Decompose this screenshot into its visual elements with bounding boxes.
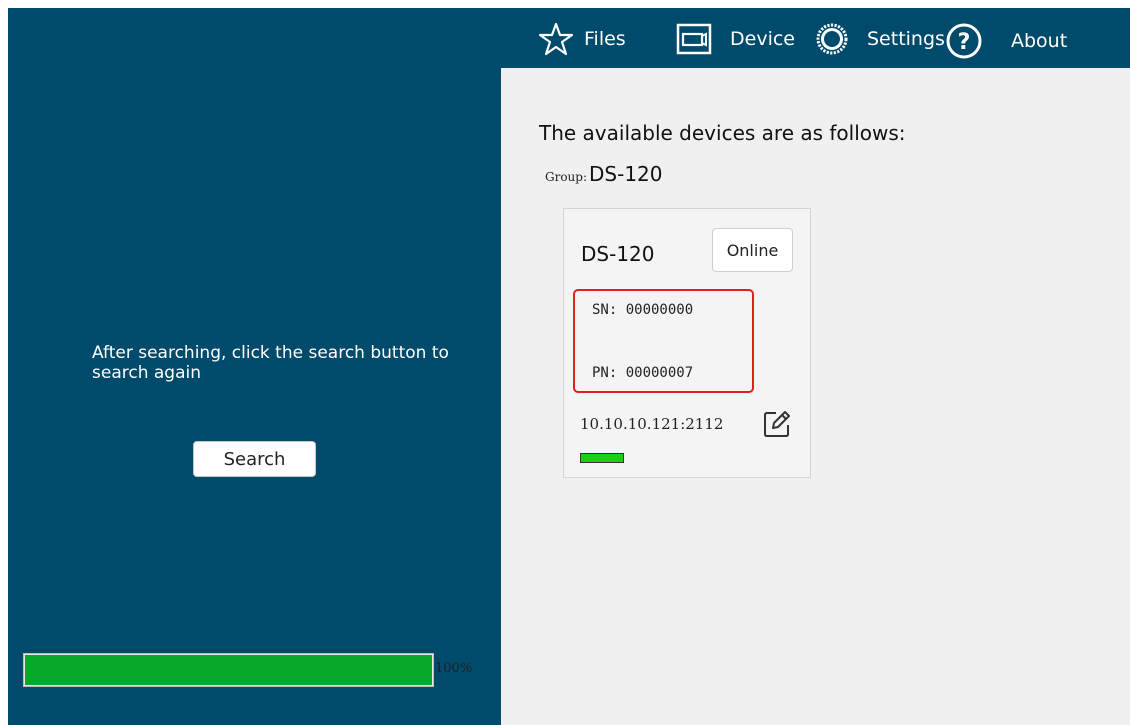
page-title: The available devices are as follows: xyxy=(539,121,906,145)
gear-icon xyxy=(815,22,849,56)
serial-number: SN: 00000000 xyxy=(592,302,694,318)
nav-files-label: Files xyxy=(584,28,626,50)
nav-about-label: About xyxy=(1011,30,1068,52)
status-button[interactable]: Online xyxy=(712,228,793,272)
nav-device-label: Device xyxy=(730,28,795,50)
device-list-panel: The available devices are as follows: Gr… xyxy=(501,68,1130,725)
device-name: DS-120 xyxy=(581,242,655,266)
help-icon: ? xyxy=(945,22,983,60)
nav-settings[interactable]: Settings xyxy=(815,22,945,56)
svg-text:?: ? xyxy=(958,30,971,55)
device-card[interactable]: DS-120 Online SN: 00000000 PN: 00000007 … xyxy=(563,208,811,478)
top-nav: Files Device Settings ? About xyxy=(530,8,1130,68)
progress-percent: 100% xyxy=(435,661,473,676)
search-progress-bar xyxy=(23,653,434,687)
nav-settings-label: Settings xyxy=(867,28,945,50)
group-name: DS-120 xyxy=(589,162,663,186)
progress-fill xyxy=(25,655,432,685)
nav-files[interactable]: Files xyxy=(538,22,626,56)
edit-icon[interactable] xyxy=(762,409,792,444)
device-address: 10.10.10.121:2112 xyxy=(580,415,724,433)
search-button[interactable]: Search xyxy=(193,441,316,477)
group-row: Group: DS-120 xyxy=(545,162,663,186)
nav-about[interactable]: ? About xyxy=(945,22,1067,60)
nav-device[interactable]: Device xyxy=(676,22,795,56)
group-label: Group: xyxy=(545,170,587,184)
star-icon xyxy=(538,22,574,56)
connection-indicator xyxy=(580,453,624,463)
part-number: PN: 00000007 xyxy=(592,365,694,381)
search-instruction: After searching, click the search button… xyxy=(92,343,449,383)
device-icon xyxy=(676,22,712,56)
